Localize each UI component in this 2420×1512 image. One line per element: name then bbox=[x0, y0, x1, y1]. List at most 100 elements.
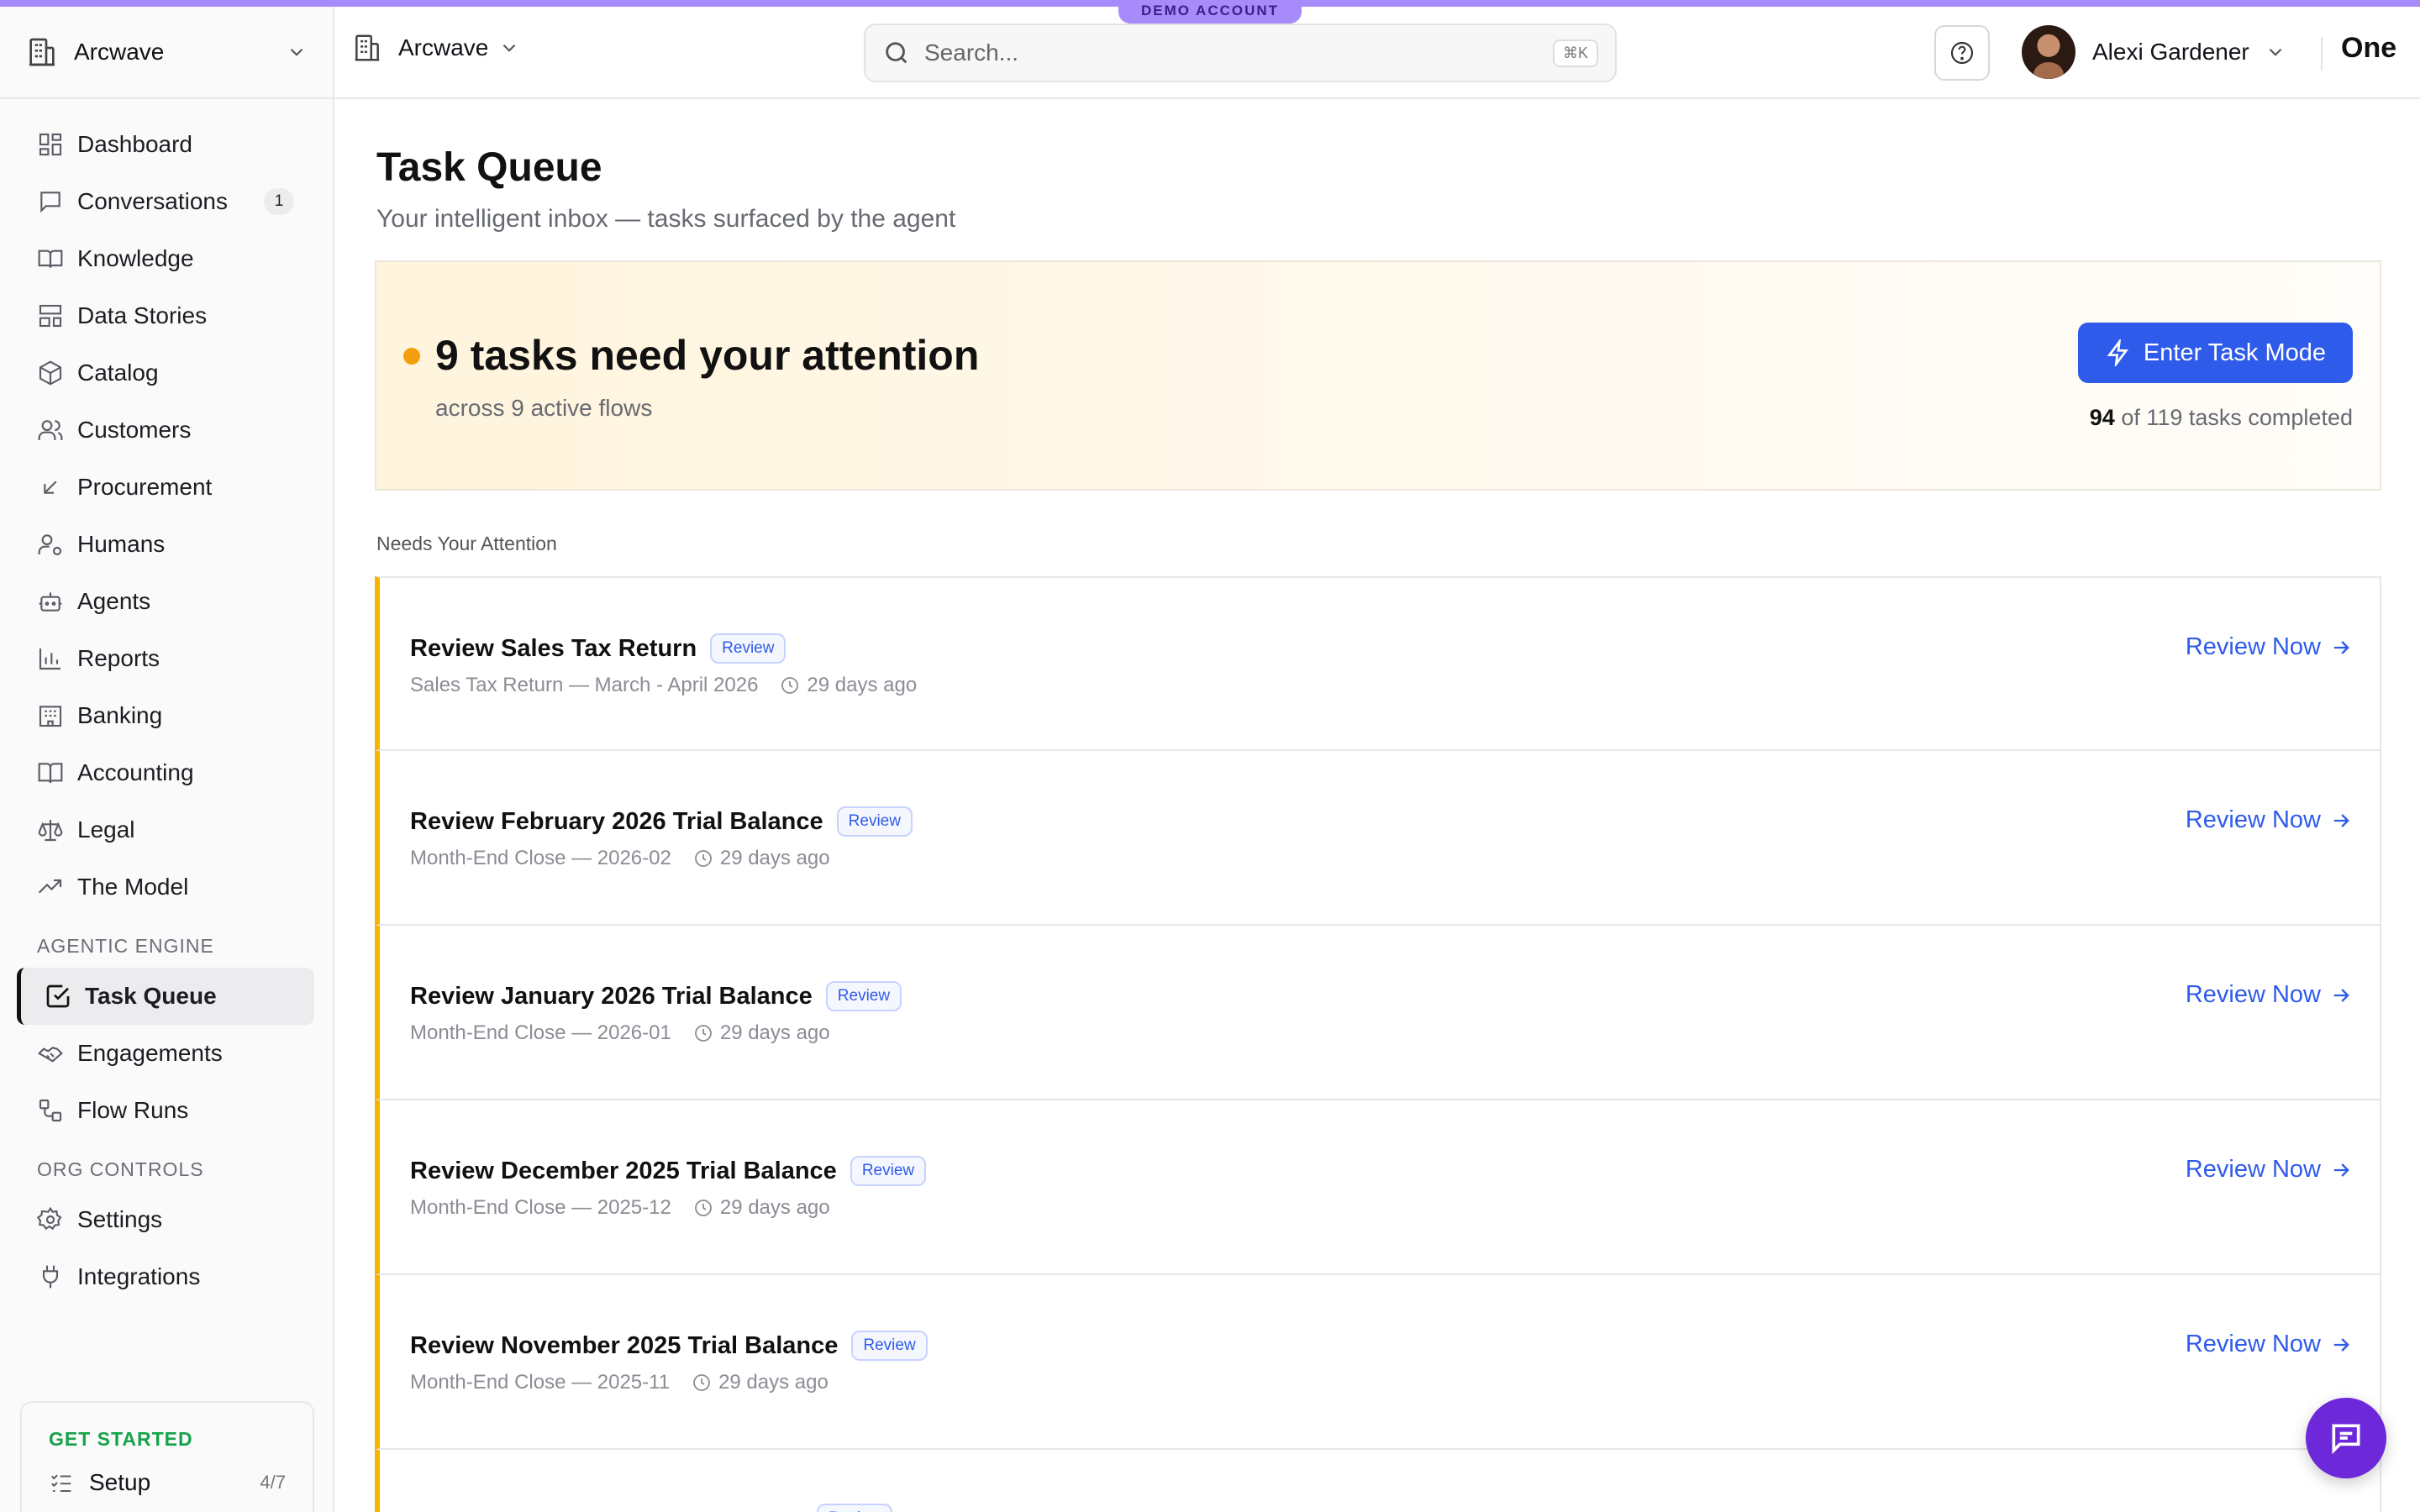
task-meta: Month-End Close — 2026-01 29 days ago bbox=[410, 1021, 830, 1045]
arrow-down-left-icon bbox=[37, 474, 64, 501]
sidebar-item-knowledge[interactable]: Knowledge bbox=[0, 230, 333, 287]
sidebar-item-label: The Model bbox=[77, 874, 189, 900]
handshake-icon bbox=[37, 1040, 64, 1067]
review-now-label: Review Now bbox=[2185, 633, 2321, 660]
dashboard-icon bbox=[37, 131, 64, 158]
chat-launcher-button[interactable] bbox=[2306, 1398, 2386, 1478]
book-open-icon bbox=[37, 245, 64, 272]
check-square-icon bbox=[45, 983, 71, 1010]
sidebar-item-label: Procurement bbox=[77, 474, 213, 500]
task-title-wrap: Review December 2025 Trial Balance Review bbox=[410, 1156, 927, 1186]
list-checks-icon bbox=[49, 1470, 74, 1495]
tasks-completed-stat: 94 of 119 tasks completed bbox=[2090, 405, 2353, 431]
sidebar-item-flow-runs[interactable]: Flow Runs bbox=[0, 1082, 333, 1139]
task-source: Month-End Close — 2026-01 bbox=[410, 1021, 671, 1044]
sidebar-item-procurement[interactable]: Procurement bbox=[0, 459, 333, 516]
sidebar-item-humans[interactable]: Humans bbox=[0, 516, 333, 573]
task-title-wrap: Review November 2025 Trial Balance Review bbox=[410, 1331, 928, 1361]
task-type-badge: Review bbox=[850, 1156, 927, 1186]
sidebar-item-engagements[interactable]: Engagements bbox=[0, 1025, 333, 1082]
topbar-org-switcher[interactable]: Arcwave bbox=[351, 32, 520, 64]
sidebar: Arcwave Dashboard Conversations 1 Knowle… bbox=[0, 7, 334, 1512]
review-now-link[interactable]: Review Now bbox=[2186, 806, 2353, 834]
topbar-divider bbox=[2321, 37, 2323, 71]
arrow-right-icon bbox=[2329, 809, 2353, 832]
status-dot bbox=[403, 348, 420, 365]
box-icon bbox=[37, 360, 64, 386]
top-bar: Arcwave ⌘K Alexi Gardener One bbox=[334, 7, 2420, 99]
sidebar-item-agents[interactable]: Agents bbox=[0, 573, 333, 630]
sidebar-item-settings[interactable]: Settings bbox=[0, 1191, 333, 1248]
task-row[interactable]: Review November 2025 Trial Balance Review… bbox=[375, 1275, 2381, 1450]
main-content: Task Queue Your intelligent inbox — task… bbox=[334, 99, 2420, 1512]
sidebar-item-catalog[interactable]: Catalog bbox=[0, 344, 333, 402]
layout-icon bbox=[37, 302, 64, 329]
sidebar-item-banking[interactable]: Banking bbox=[0, 687, 333, 744]
sidebar-item-accounting[interactable]: Accounting bbox=[0, 744, 333, 801]
sidebar-item-label: Legal bbox=[77, 816, 135, 843]
sidebar-item-the-model[interactable]: The Model bbox=[0, 858, 333, 916]
setup-item[interactable]: Setup 4/7 bbox=[22, 1451, 313, 1496]
get-started-title: GET STARTED bbox=[49, 1428, 193, 1450]
search-box[interactable]: ⌘K bbox=[864, 24, 1617, 82]
sidebar-item-label: Dashboard bbox=[77, 131, 192, 157]
task-row[interactable]: Review Sales Tax Return Review Sales Tax … bbox=[375, 576, 2381, 751]
user-menu[interactable]: Alexi Gardener bbox=[2022, 25, 2286, 79]
completed-rest: of 119 tasks completed bbox=[2114, 405, 2353, 430]
task-type-badge: Review bbox=[817, 1504, 893, 1512]
sidebar-item-customers[interactable]: Customers bbox=[0, 402, 333, 459]
review-now-link[interactable]: Review Now bbox=[2186, 1331, 2353, 1358]
task-row[interactable]: Review January 2026 Trial Balance Review … bbox=[375, 926, 2381, 1100]
task-age: 29 days ago bbox=[719, 1196, 830, 1219]
chevron-down-icon bbox=[286, 41, 308, 63]
clock-icon bbox=[693, 1198, 713, 1218]
task-title: Review November 2025 Trial Balance bbox=[410, 1331, 839, 1359]
attention-subtext: across 9 active flows bbox=[435, 395, 653, 421]
enter-task-mode-button[interactable]: Enter Task Mode bbox=[2077, 323, 2353, 383]
sidebar-item-label: Data Stories bbox=[77, 302, 208, 328]
sidebar-item-dashboard[interactable]: Dashboard bbox=[0, 116, 333, 173]
clock-icon bbox=[693, 1023, 713, 1043]
task-title: Review December 2025 Trial Balance bbox=[410, 1157, 837, 1184]
task-meta: Sales Tax Return — March - April 2026 29 … bbox=[410, 674, 917, 697]
sidebar-item-integrations[interactable]: Integrations bbox=[0, 1248, 333, 1305]
robot-icon bbox=[37, 588, 64, 615]
setup-label: Setup bbox=[89, 1469, 151, 1495]
sidebar-item-task-queue[interactable]: Task Queue bbox=[17, 968, 314, 1025]
completed-count: 94 bbox=[2089, 405, 2115, 430]
task-type-badge: Review bbox=[710, 633, 786, 664]
search-input[interactable] bbox=[924, 39, 1553, 66]
sidebar-item-legal[interactable]: Legal bbox=[0, 801, 333, 858]
sidebar-item-label: Flow Runs bbox=[77, 1097, 189, 1123]
task-row-partial[interactable]: Review bbox=[375, 1450, 2381, 1512]
task-title-wrap: Review February 2026 Trial Balance Review bbox=[410, 806, 913, 837]
review-now-link[interactable]: Review Now bbox=[2186, 633, 2353, 661]
arrow-right-icon bbox=[2329, 1333, 2353, 1357]
brand-logo: One bbox=[2341, 32, 2397, 64]
task-type-badge: Review bbox=[825, 981, 902, 1011]
sidebar-item-data-stories[interactable]: Data Stories bbox=[0, 287, 333, 344]
sidebar-item-label: Conversations bbox=[77, 188, 228, 214]
main-nav: Dashboard Conversations 1 Knowledge Data… bbox=[0, 99, 333, 1305]
help-button[interactable] bbox=[1934, 25, 1990, 81]
review-now-link[interactable]: Review Now bbox=[2186, 1156, 2353, 1184]
task-row[interactable]: Review December 2025 Trial Balance Review… bbox=[375, 1100, 2381, 1275]
sidebar-item-label: Customers bbox=[77, 417, 192, 443]
unread-count-badge: 1 bbox=[264, 188, 294, 215]
setup-progress: 4/7 bbox=[260, 1472, 286, 1493]
sidebar-item-conversations[interactable]: Conversations 1 bbox=[0, 173, 333, 230]
task-row[interactable]: Review February 2026 Trial Balance Review… bbox=[375, 751, 2381, 926]
review-now-label: Review Now bbox=[2185, 1156, 2321, 1183]
task-meta: Month-End Close — 2025-11 29 days ago bbox=[410, 1371, 829, 1394]
sidebar-item-label: Settings bbox=[77, 1206, 163, 1232]
task-age: 29 days ago bbox=[719, 1021, 830, 1044]
arrow-right-icon bbox=[2329, 1158, 2353, 1182]
task-title-wrap: Review bbox=[410, 1504, 893, 1512]
search-icon bbox=[882, 39, 911, 67]
section-title-org-controls: ORG CONTROLS bbox=[37, 1158, 204, 1180]
task-age: 29 days ago bbox=[719, 847, 830, 869]
org-switcher[interactable]: Arcwave bbox=[0, 7, 333, 99]
sidebar-item-reports[interactable]: Reports bbox=[0, 630, 333, 687]
review-now-link[interactable]: Review Now bbox=[2186, 981, 2353, 1009]
task-age: 29 days ago bbox=[718, 1371, 829, 1394]
